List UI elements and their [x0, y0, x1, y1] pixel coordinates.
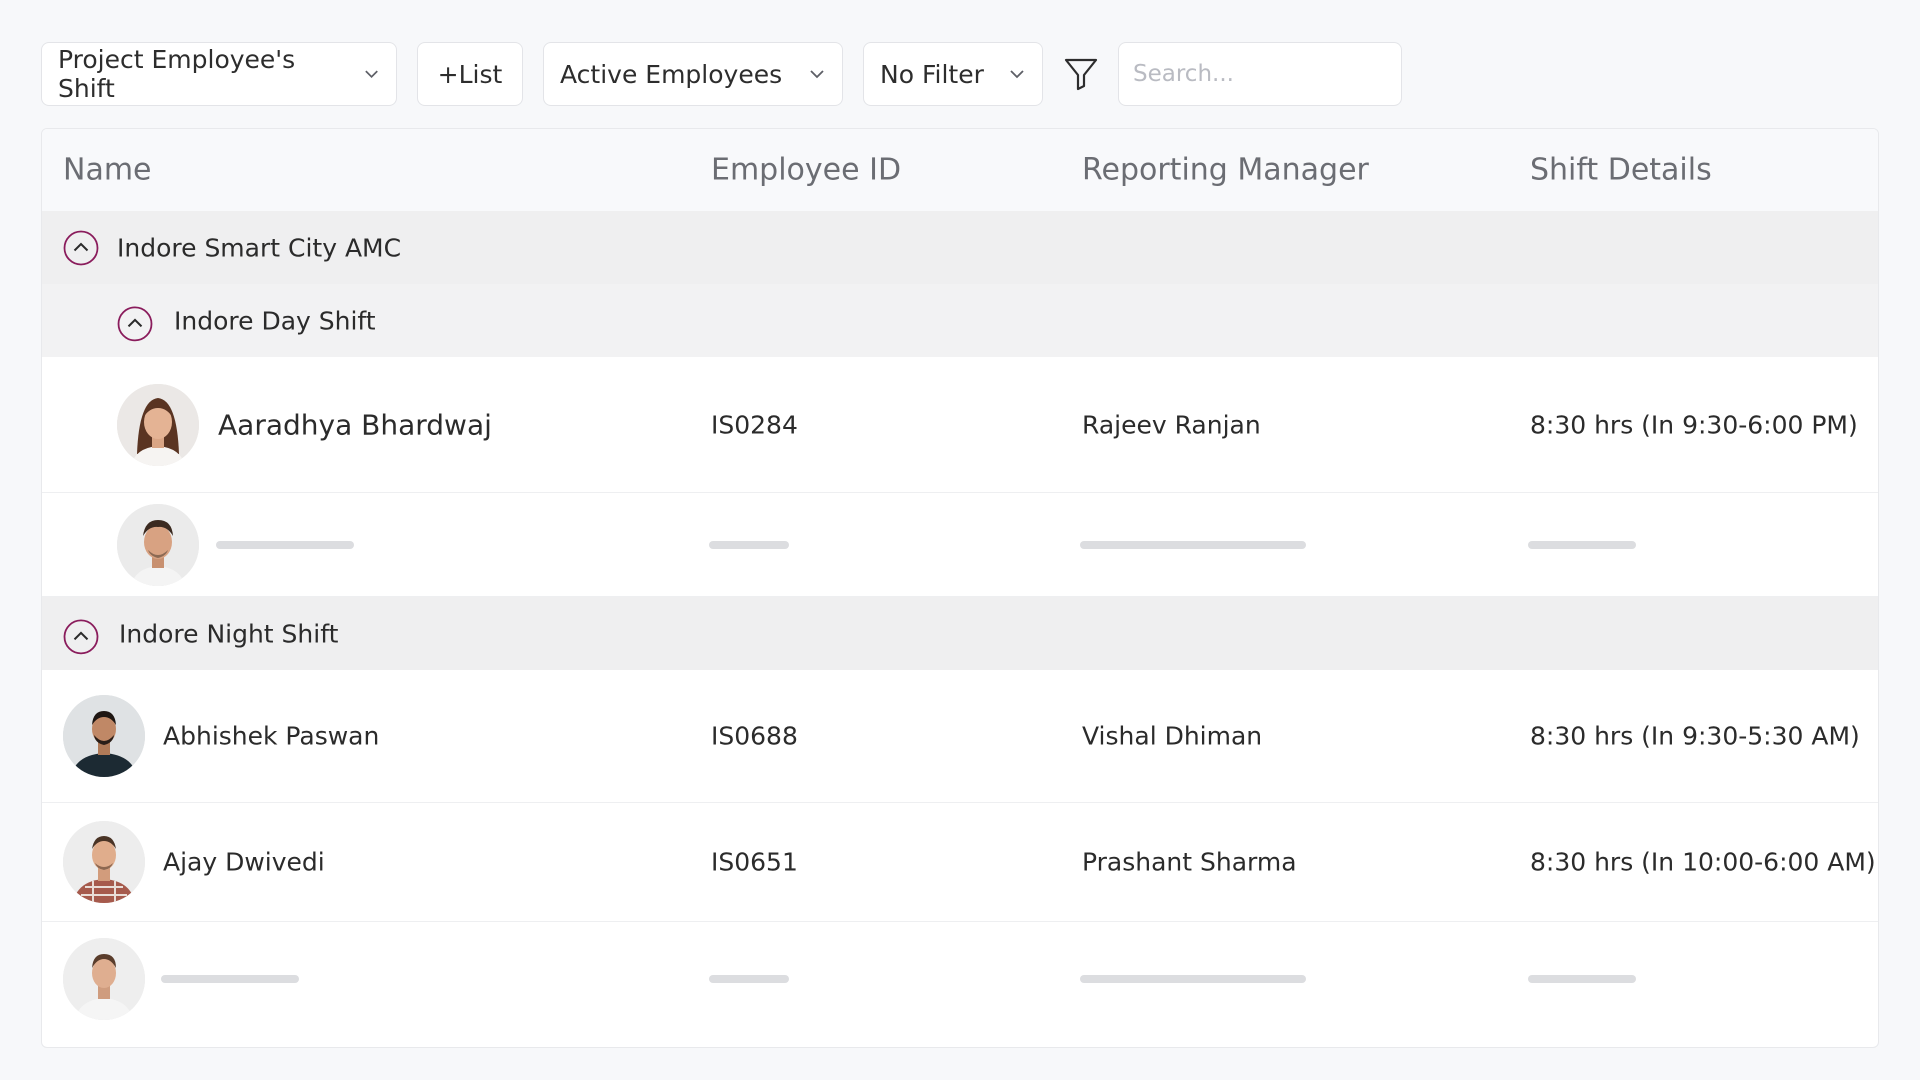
- shift-details: 8:30 hrs (In 10:00-6:00 AM): [1530, 847, 1876, 877]
- group-label: Indore Smart City AMC: [117, 233, 402, 262]
- avatar: [63, 938, 145, 1020]
- avatar-image: [117, 503, 199, 586]
- column-header-shift-details[interactable]: Shift Details: [1530, 153, 1712, 188]
- chevron-up-circle-icon[interactable]: [117, 305, 153, 341]
- status-select[interactable]: Active Employees: [543, 42, 843, 106]
- chevron-down-icon: [365, 70, 378, 79]
- subgroup-label: Indore Day Shift: [174, 306, 376, 335]
- avatar-image: [63, 938, 145, 1020]
- toolbar: Project Employee's Shift +List Active Em…: [41, 41, 1402, 107]
- employee-name: Aaradhya Bhardwaj: [218, 408, 492, 441]
- employee-id: IS0284: [711, 410, 798, 439]
- shift-details: 8:30 hrs (In 9:30-5:30 AM): [1530, 721, 1860, 751]
- shift-details: 8:30 hrs (In 9:30-6:00 PM): [1530, 410, 1858, 439]
- placeholder-bar: [709, 540, 789, 549]
- avatar: [63, 695, 145, 777]
- avatar: [117, 503, 199, 586]
- view-select[interactable]: Project Employee's Shift: [41, 42, 397, 106]
- group-label: Indore Night Shift: [119, 619, 339, 648]
- group-row[interactable]: Indore Smart City AMC: [42, 211, 1878, 284]
- view-select-label: Project Employee's Shift: [58, 45, 296, 103]
- reporting-manager: Vishal Dhiman: [1082, 721, 1263, 751]
- avatar: [117, 383, 199, 466]
- table-row[interactable]: Aaradhya Bhardwaj IS0284 Rajeev Ranjan 8…: [42, 357, 1878, 493]
- subgroup-row[interactable]: Indore Day Shift: [42, 284, 1878, 357]
- add-list-label: +List: [437, 59, 503, 89]
- status-select-label: Active Employees: [560, 59, 783, 89]
- avatar: [63, 821, 145, 903]
- placeholder-bar: [1080, 975, 1306, 983]
- column-header-employee-id[interactable]: Employee ID: [711, 153, 901, 188]
- placeholder-bar: [216, 540, 354, 549]
- placeholder-bar: [1528, 975, 1636, 983]
- avatar-image: [117, 383, 199, 466]
- chevron-down-icon: [1010, 70, 1024, 79]
- column-header-reporting-manager[interactable]: Reporting Manager: [1082, 153, 1369, 188]
- employee-id: IS0651: [711, 847, 798, 877]
- filter-select[interactable]: No Filter: [863, 42, 1043, 106]
- reporting-manager: Prashant Sharma: [1082, 847, 1297, 877]
- employee-name: Ajay Dwivedi: [163, 847, 325, 877]
- table-row[interactable]: Abhishek Paswan IS0688 Vishal Dhiman 8:3…: [42, 670, 1878, 803]
- group-row[interactable]: Indore Night Shift: [42, 597, 1878, 670]
- table-header: Name Employee ID Reporting Manager Shift…: [42, 129, 1878, 211]
- avatar-image: [63, 695, 145, 777]
- reporting-manager: Rajeev Ranjan: [1082, 410, 1261, 439]
- search-input[interactable]: [1118, 42, 1402, 106]
- filter-select-label: No Filter: [880, 59, 984, 89]
- column-header-name[interactable]: Name: [63, 153, 152, 188]
- chevron-up-circle-icon[interactable]: [63, 230, 99, 266]
- placeholder-bar: [1080, 540, 1306, 549]
- employee-id: IS0688: [711, 721, 798, 751]
- add-list-button[interactable]: +List: [417, 42, 523, 106]
- table-row-placeholder: [42, 922, 1878, 1036]
- table-row[interactable]: Ajay Dwivedi IS0651 Prashant Sharma 8:30…: [42, 803, 1878, 922]
- chevron-up-circle-icon[interactable]: [63, 618, 99, 654]
- employee-name: Abhishek Paswan: [163, 721, 380, 751]
- avatar-image: [63, 821, 145, 903]
- chevron-down-icon: [810, 70, 824, 79]
- placeholder-bar: [1528, 540, 1636, 549]
- employee-table: Name Employee ID Reporting Manager Shift…: [41, 128, 1879, 1048]
- placeholder-bar: [161, 975, 299, 983]
- table-row-placeholder: [42, 493, 1878, 597]
- funnel-icon[interactable]: [1061, 54, 1101, 94]
- placeholder-bar: [709, 975, 789, 983]
